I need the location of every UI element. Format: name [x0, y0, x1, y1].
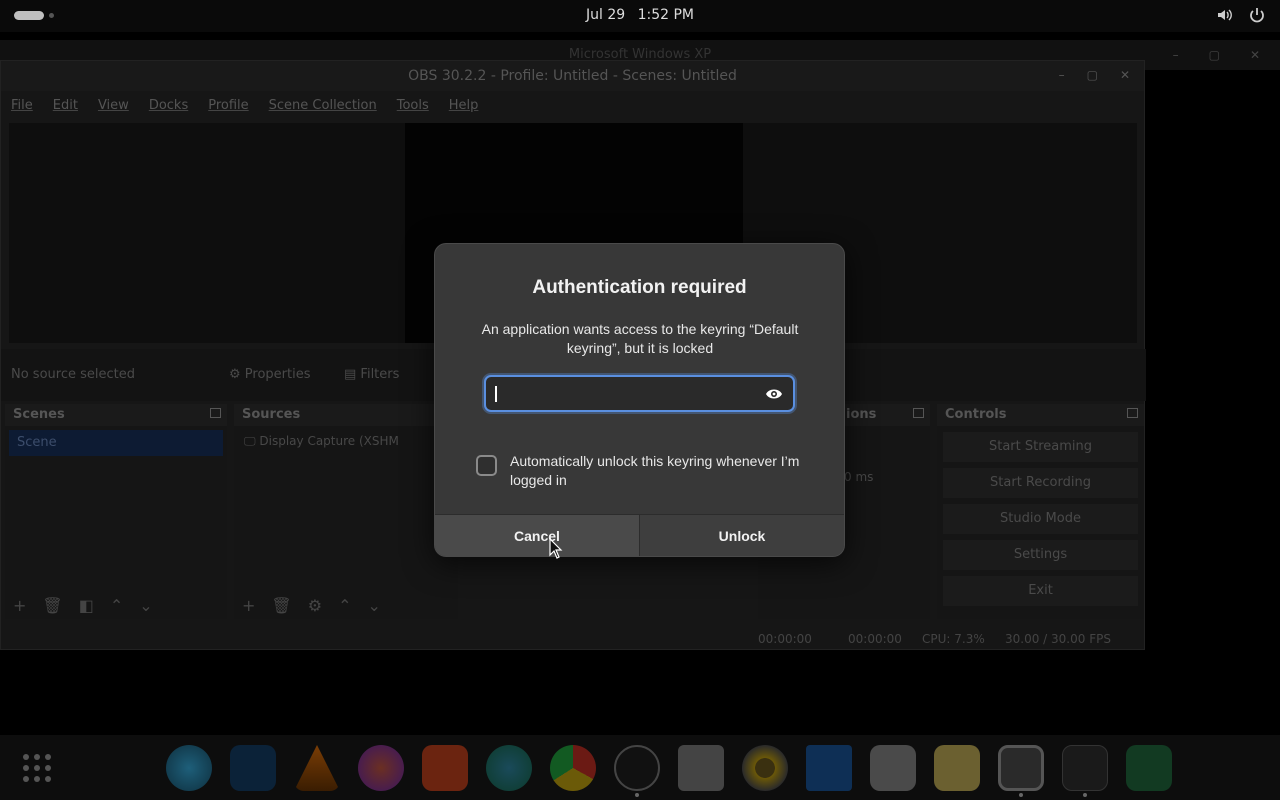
show-password-icon[interactable] — [765, 386, 783, 402]
edge-dev-icon[interactable] — [486, 745, 532, 791]
menu-docks: Docks — [148, 97, 189, 113]
background-window-controls: – ▢ ✕ — [1172, 48, 1260, 62]
vscode-icon[interactable] — [230, 745, 276, 791]
obs-window-controls: – ▢ ✕ — [1058, 68, 1130, 82]
running-indicator — [1019, 793, 1023, 797]
mouse-pointer-icon — [549, 538, 563, 559]
menu-help: Help — [448, 97, 479, 113]
dialog-title: Authentication required — [532, 277, 747, 298]
globe-icon[interactable] — [166, 745, 212, 791]
sources-toolbar: + 🗑 ⚙ ⌃ ⌄ — [242, 596, 381, 615]
filters-button: ▤ Filters — [344, 367, 400, 382]
clock[interactable]: Jul 29 1:52 PM — [0, 7, 1280, 23]
undock-icon — [210, 408, 221, 418]
firefox-icon[interactable] — [358, 745, 404, 791]
scenes-panel: Scenes Scene + 🗑 ◧ ⌃ ⌄ — [5, 404, 227, 619]
obs-statusbar: 00:00:00 00:00:00 CPU: 7.3% 30.00 / 30.0… — [1, 629, 1146, 651]
authentication-dialog: Authentication required An application w… — [434, 243, 845, 557]
properties-label: Properties — [244, 367, 311, 382]
menu-view: View — [97, 97, 129, 113]
source-item: 🖵 Display Capture (XSHM — [244, 434, 399, 448]
text-editor-icon[interactable] — [934, 745, 980, 791]
controls-panel-header: Controls — [937, 404, 1144, 426]
undock-icon — [1127, 408, 1138, 418]
properties-button: ⚙ Properties — [229, 367, 311, 382]
rhythmbox-icon[interactable] — [742, 745, 788, 791]
chevron-up-icon: ⌃ — [338, 596, 352, 615]
dialog-buttons: Cancel Unlock — [435, 514, 844, 556]
obs-menubar: File Edit View Docks Profile Scene Colle… — [1, 91, 1144, 119]
obs-titlebar: OBS 30.2.2 - Profile: Untitled - Scenes:… — [1, 61, 1144, 91]
menu-file: File — [11, 97, 33, 113]
recording-time: 00:00:00 — [758, 632, 812, 646]
menu-tools: Tools — [396, 97, 429, 113]
scene-item: Scene — [9, 430, 223, 456]
studio-mode-button: Studio Mode — [943, 504, 1138, 534]
transitions-title: ions — [846, 407, 877, 422]
running-indicator — [1083, 793, 1087, 797]
sources-panel: Sources 🖵 Display Capture (XSHM + 🗑 ⚙ ⌃ ⌄ — [234, 404, 458, 619]
add-icon: + — [242, 596, 256, 615]
screenshot-icon[interactable] — [998, 745, 1044, 791]
auto-unlock-checkbox[interactable] — [476, 455, 497, 476]
sources-title: Sources — [242, 407, 301, 422]
clock-date: Jul 29 — [585, 7, 626, 23]
controls-title: Controls — [945, 407, 1007, 422]
start-streaming-button: Start Streaming — [943, 432, 1138, 462]
chrome-dev-icon[interactable] — [550, 745, 596, 791]
scenes-title: Scenes — [13, 407, 65, 422]
chevron-down-icon: ⌄ — [367, 596, 381, 615]
source-item-label: Display Capture (XSHM — [259, 434, 399, 448]
obs-window-title: OBS 30.2.2 - Profile: Untitled - Scenes:… — [408, 68, 737, 84]
menu-scene-collection: Scene Collection — [268, 97, 377, 113]
text-caret — [495, 386, 497, 402]
filter-icon: ◧ — [78, 596, 94, 615]
running-indicator — [635, 793, 639, 797]
top-bar: Jul 29 1:52 PM — [0, 0, 1280, 32]
exit-button: Exit — [943, 576, 1138, 606]
brave-icon[interactable] — [422, 745, 468, 791]
menu-profile: Profile — [208, 97, 249, 113]
cpu-usage: CPU: 7.3% — [922, 632, 985, 646]
obs-icon[interactable] — [614, 745, 660, 791]
unlock-button[interactable]: Unlock — [640, 515, 844, 556]
clock-time: 1:52 PM — [637, 7, 695, 23]
vlc-icon[interactable] — [294, 745, 340, 791]
streaming-time: 00:00:00 — [848, 632, 902, 646]
scenes-panel-header: Scenes — [5, 404, 227, 426]
controls-panel: Controls Start Streaming Start Recording… — [937, 404, 1144, 619]
trash-icon: 🗑 — [42, 596, 63, 615]
auto-unlock-label[interactable]: Automatically unlock this keyring whenev… — [510, 452, 810, 490]
undock-icon — [913, 408, 924, 418]
filters-label: Filters — [360, 367, 400, 382]
password-input[interactable] — [484, 375, 795, 412]
volume-icon[interactable] — [1216, 6, 1234, 24]
software-store-icon[interactable] — [870, 745, 916, 791]
fps-readout: 30.00 / 30.00 FPS — [1005, 632, 1111, 646]
dialog-message: An application wants access to the keyri… — [481, 321, 799, 356]
system-tray[interactable] — [1216, 6, 1266, 24]
settings-button: Settings — [943, 540, 1138, 570]
cancel-button[interactable]: Cancel — [435, 515, 640, 556]
gear-icon: ⚙ — [307, 596, 323, 615]
sources-panel-header: Sources — [234, 404, 458, 426]
power-icon[interactable] — [1248, 6, 1266, 24]
trash-icon: 🗑 — [271, 596, 292, 615]
terminal-icon[interactable] — [1062, 745, 1108, 791]
start-recording-button: Start Recording — [943, 468, 1138, 498]
document-viewer-icon[interactable] — [806, 745, 852, 791]
no-source-label: No source selected — [11, 367, 135, 382]
menu-edit: Edit — [52, 97, 78, 113]
files-icon[interactable] — [678, 745, 724, 791]
app-grid-icon[interactable] — [22, 753, 52, 783]
app-dock — [0, 735, 1280, 800]
chevron-down-icon: ⌄ — [139, 596, 153, 615]
chevron-up-icon: ⌃ — [109, 596, 124, 615]
add-icon: + — [13, 596, 27, 615]
scenes-toolbar: + 🗑 ◧ ⌃ ⌄ — [13, 596, 153, 615]
spreadsheet-icon[interactable] — [1126, 745, 1172, 791]
